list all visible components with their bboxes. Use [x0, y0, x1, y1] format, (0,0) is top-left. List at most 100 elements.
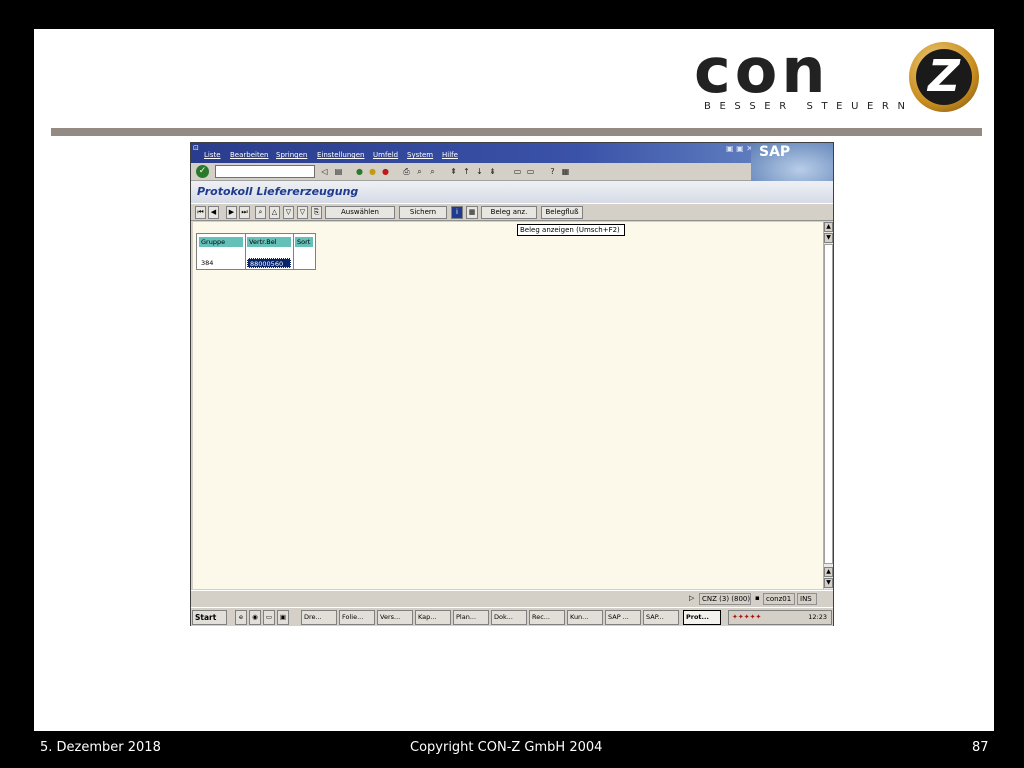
- filter-icon[interactable]: ▽: [283, 206, 294, 219]
- screen-title-bar: Protokoll Liefererzeugung: [191, 181, 833, 203]
- sichern-button[interactable]: Sichern: [399, 206, 447, 219]
- auswaehlen-button[interactable]: Auswählen: [325, 206, 395, 219]
- command-field[interactable]: [215, 165, 315, 178]
- grid-separator: [245, 234, 246, 269]
- standard-toolbar: ✓ ◁ ▤ ● ● ● ⎙ ⌕ ⌕ ⇞ ↑ ↓ ⇟ ▭ ▭ ? ▦: [191, 163, 751, 181]
- start-button[interactable]: Start: [192, 610, 227, 625]
- page-title: Protokoll Liefererzeugung: [197, 185, 359, 198]
- header-divider: [51, 128, 982, 136]
- taskbar-item-active[interactable]: Prot...: [683, 610, 721, 625]
- quicklaunch-outlook-icon[interactable]: ◉: [249, 610, 261, 625]
- status-server: conz01: [763, 593, 795, 605]
- application-toolbar: ⏮ ◀ ▶ ⏭ ⌕ △ ▽ ▽ ⎘ Auswählen Sichern i ▦ …: [191, 203, 833, 221]
- logo-tagline: BESSER STEUERN: [704, 101, 914, 112]
- status-expand-icon[interactable]: ▷: [687, 593, 699, 605]
- last-page-icon[interactable]: ⇟: [487, 166, 498, 177]
- print-icon[interactable]: ⎙: [401, 166, 412, 177]
- system-tray: ✦✦✦✦✦ 12:23: [728, 610, 832, 625]
- sort-up-icon[interactable]: △: [269, 206, 280, 219]
- windows-taskbar: Start e ◉ ▭ ▣ Dre... Folie... Vers... Ka…: [191, 607, 833, 626]
- logo-wordmark: con: [694, 34, 830, 107]
- footer-page-number: 87: [972, 740, 989, 755]
- menu-springen[interactable]: Springen: [276, 151, 307, 159]
- footer-copyright: Copyright CON-Z GmbH 2004: [410, 740, 603, 755]
- menu-umfeld[interactable]: Umfeld: [373, 151, 398, 159]
- next-page-icon[interactable]: ↓: [474, 166, 485, 177]
- clock: 12:23: [808, 613, 827, 621]
- filter-set-icon[interactable]: ▽: [297, 206, 308, 219]
- conz-logo: con Z BESSER STEUERN: [694, 34, 984, 119]
- cancel-icon[interactable]: ●: [380, 166, 391, 177]
- scroll-up-icon[interactable]: ▲: [824, 222, 833, 232]
- first-icon[interactable]: ⏮: [195, 206, 206, 219]
- help-icon[interactable]: ?: [547, 166, 558, 177]
- previous-page-icon[interactable]: ↑: [461, 166, 472, 177]
- green-back-icon[interactable]: ●: [354, 166, 365, 177]
- taskbar-item[interactable]: Rec...: [529, 610, 565, 625]
- sap-logo-text: SAP: [759, 144, 791, 160]
- zoom-icon[interactable]: ⌕: [255, 206, 266, 219]
- scroll-track[interactable]: [824, 244, 833, 564]
- grid-cell-sort[interactable]: [295, 258, 311, 268]
- tooltip: Beleg anzeigen (Umsch+F2): [517, 224, 625, 236]
- quicklaunch-desktop-icon[interactable]: ▭: [263, 610, 275, 625]
- grid-header-sort[interactable]: Sort: [295, 237, 313, 247]
- scroll-page-down-icon[interactable]: ▲: [824, 567, 833, 577]
- menu-bearbeiten[interactable]: Bearbeiten: [230, 151, 268, 159]
- taskbar-item[interactable]: Plan...: [453, 610, 489, 625]
- taskbar-item[interactable]: Dok...: [491, 610, 527, 625]
- status-server-icon: ▪: [753, 593, 763, 605]
- tray-icons[interactable]: ✦✦✦✦✦: [732, 611, 761, 624]
- find-icon[interactable]: ⌕: [414, 166, 425, 177]
- taskbar-item[interactable]: Dre...: [301, 610, 337, 625]
- menu-einstellungen[interactable]: Einstellungen: [317, 151, 364, 159]
- sap-logo: SAP: [751, 143, 833, 181]
- quicklaunch-channel-icon[interactable]: ▣: [277, 610, 289, 625]
- logo-z-letter: Z: [916, 49, 972, 105]
- new-session-icon[interactable]: ▭: [512, 166, 523, 177]
- grid-cell-vertr-bel-selected[interactable]: 88000560: [247, 258, 291, 268]
- grid-separator: [293, 234, 294, 269]
- grid-cell-gruppe[interactable]: 384: [199, 258, 239, 268]
- menu-liste[interactable]: Liste: [204, 151, 221, 159]
- info-icon[interactable]: i: [451, 206, 463, 219]
- status-bar: ▷ CNZ (3) (800) ▪ conz01 INS: [191, 590, 833, 606]
- menu-system[interactable]: System: [407, 151, 433, 159]
- belegfluss-button[interactable]: Belegfluß: [541, 206, 583, 219]
- exit-icon[interactable]: ●: [367, 166, 378, 177]
- footer-date: 5. Dezember 2018: [40, 740, 161, 755]
- first-page-icon[interactable]: ⇞: [448, 166, 459, 177]
- list-content-area: Beleg anzeigen (Umsch+F2) Gruppe Vertr.B…: [193, 222, 823, 589]
- last-icon[interactable]: ⏭: [239, 206, 250, 219]
- quicklaunch-ie-icon[interactable]: e: [235, 610, 247, 625]
- taskbar-item[interactable]: Vers...: [377, 610, 413, 625]
- scroll-down-icon[interactable]: ▼: [824, 578, 833, 588]
- grid-header-gruppe[interactable]: Gruppe: [199, 237, 243, 247]
- taskbar-item[interactable]: Kun...: [567, 610, 603, 625]
- taskbar-item[interactable]: SAP ...: [605, 610, 641, 625]
- sap-window: ⊡ Liste Bearbeiten Springen Einstellunge…: [190, 142, 834, 626]
- menu-hilfe[interactable]: Hilfe: [442, 151, 458, 159]
- grid-header-vertr-bel[interactable]: Vertr.Bel: [247, 237, 291, 247]
- status-system: CNZ (3) (800): [699, 593, 751, 605]
- find-next-icon[interactable]: ⌕: [427, 166, 438, 177]
- slide: con Z BESSER STEUERN ⊡ Liste Bearbeiten …: [34, 29, 994, 731]
- save-icon[interactable]: ▤: [333, 166, 344, 177]
- taskbar-item[interactable]: SAP...: [643, 610, 679, 625]
- system-menu-icon[interactable]: ⊡: [193, 144, 199, 152]
- beleg-anzeigen-button[interactable]: Beleg anz.: [481, 206, 537, 219]
- taskbar-item[interactable]: Folie...: [339, 610, 375, 625]
- next-icon[interactable]: ▶: [226, 206, 237, 219]
- layout-menu-icon[interactable]: ▦: [560, 166, 571, 177]
- window-controls-icon[interactable]: ▣ ▣ ✕: [726, 144, 753, 153]
- vertical-scrollbar[interactable]: ▲ ▼ ▲ ▼: [823, 222, 833, 589]
- status-mode: INS: [797, 593, 817, 605]
- previous-icon[interactable]: ◀: [208, 206, 219, 219]
- scroll-page-up-icon[interactable]: ▼: [824, 233, 833, 243]
- back-icon[interactable]: ◁: [319, 166, 330, 177]
- shortcut-icon[interactable]: ▭: [525, 166, 536, 177]
- layout-grid-icon[interactable]: ▦: [466, 206, 478, 219]
- variant-icon[interactable]: ⎘: [311, 206, 322, 219]
- enter-check-icon[interactable]: ✓: [196, 165, 209, 178]
- taskbar-item[interactable]: Kap...: [415, 610, 451, 625]
